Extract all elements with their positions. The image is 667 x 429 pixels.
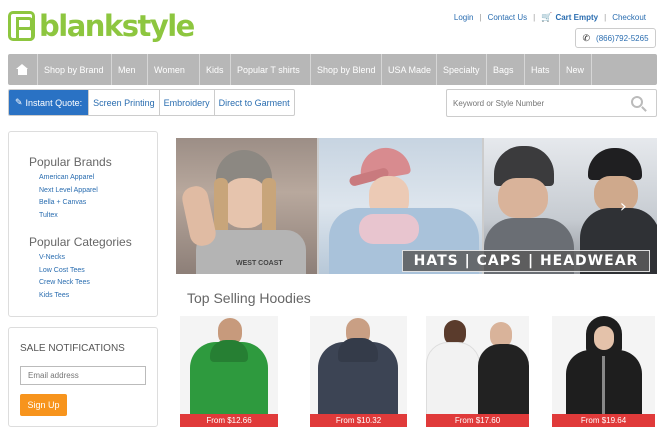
- product-image: [426, 316, 529, 427]
- category-link-kids-tees[interactable]: Kids Tees: [39, 292, 69, 299]
- category-link-crew-neck-tees[interactable]: Crew Neck Tees: [39, 279, 90, 286]
- sale-notifications-box: SALE NOTIFICATIONS Sign Up: [8, 327, 158, 427]
- separator: |: [533, 13, 536, 22]
- nav-specialty[interactable]: Specialty: [437, 54, 487, 85]
- price-tag: From $19.64: [552, 414, 655, 427]
- screen-printing-link[interactable]: Screen Printing: [88, 90, 159, 115]
- brand-link-tultex[interactable]: Tultex: [39, 212, 58, 219]
- nav-popular-t-shirts[interactable]: Popular T shirts: [231, 54, 311, 85]
- product-card[interactable]: From $12.66: [180, 316, 278, 427]
- cart-link[interactable]: 🛒 Cart Empty: [541, 12, 598, 23]
- sweatshirt-print: WEST COAST: [236, 260, 283, 267]
- product-card[interactable]: From $10.32: [310, 316, 407, 427]
- contact-us-link[interactable]: Contact Us: [488, 13, 528, 22]
- nav-shop-by-blend[interactable]: Shop by Blend: [311, 54, 382, 85]
- top-links: Login | Contact Us | 🛒 Cart Empty | Chec…: [454, 12, 646, 23]
- brand-link-bella-canvas[interactable]: Bella + Canvas: [39, 199, 86, 206]
- product-image: [552, 316, 655, 427]
- pencil-icon: ✎: [15, 97, 23, 107]
- sale-notifications-title: SALE NOTIFICATIONS: [20, 343, 125, 354]
- email-field[interactable]: [20, 366, 146, 385]
- product-image: [310, 316, 407, 427]
- sign-up-button[interactable]: Sign Up: [20, 394, 67, 416]
- instant-quote-button[interactable]: ✎ Instant Quote:: [9, 90, 89, 115]
- logo-text: blankstyle: [39, 9, 195, 43]
- embroidery-link[interactable]: Embroidery: [158, 90, 214, 115]
- nav-hats[interactable]: Hats: [525, 54, 560, 85]
- separator: |: [604, 13, 607, 22]
- nav-new[interactable]: New: [560, 54, 592, 85]
- search-input[interactable]: [447, 90, 622, 116]
- cart-label: Cart Empty: [555, 13, 599, 22]
- product-image: [180, 316, 278, 427]
- cart-icon: 🛒: [541, 12, 553, 22]
- instant-quote-label: Instant Quote:: [25, 97, 83, 108]
- popular-categories-heading: Popular Categories: [29, 235, 132, 249]
- search-box: [446, 89, 657, 117]
- home-icon: [16, 64, 29, 75]
- nav-women[interactable]: Women: [148, 54, 200, 85]
- logo-b-icon: [8, 11, 35, 41]
- price-tag: From $17.60: [426, 414, 529, 427]
- nav-bags[interactable]: Bags: [487, 54, 525, 85]
- login-link[interactable]: Login: [454, 13, 474, 22]
- product-card[interactable]: From $17.60: [426, 316, 529, 427]
- instant-quote-bar: ✎ Instant Quote: Screen Printing Embroid…: [8, 89, 295, 116]
- nav-usa-made[interactable]: USA Made: [382, 54, 437, 85]
- phone-number: (866)792-5265: [596, 33, 649, 43]
- price-tag: From $12.66: [180, 414, 278, 427]
- direct-to-garment-link[interactable]: Direct to Garment: [213, 90, 294, 115]
- nav-shop-by-brand[interactable]: Shop by Brand: [38, 54, 112, 85]
- separator: |: [479, 13, 482, 22]
- hero-banner[interactable]: WEST COAST › HATS | CAPS | HEADWEAR: [176, 138, 657, 274]
- top-selling-hoodies-title: Top Selling Hoodies: [187, 290, 311, 306]
- price-tag: From $10.32: [310, 414, 407, 427]
- site-logo[interactable]: blankstyle: [8, 9, 195, 43]
- popular-brands-heading: Popular Brands: [29, 155, 112, 169]
- banner-photo-beanie: WEST COAST: [176, 138, 317, 274]
- banner-caption: HATS | CAPS | HEADWEAR: [402, 250, 650, 272]
- banner-next-arrow[interactable]: ›: [620, 196, 627, 217]
- phone-button[interactable]: ✆ (866)792-5265: [575, 28, 656, 48]
- nav-kids[interactable]: Kids: [200, 54, 231, 85]
- search-icon[interactable]: [631, 96, 643, 108]
- product-card[interactable]: From $19.64: [552, 316, 655, 427]
- nav-home[interactable]: [8, 54, 38, 85]
- sidebar-categories: Popular Brands American Apparel Next Lev…: [8, 131, 158, 317]
- category-link-v-necks[interactable]: V-Necks: [39, 254, 65, 261]
- brand-link-american-apparel[interactable]: American Apparel: [39, 174, 94, 181]
- nav-men[interactable]: Men: [112, 54, 148, 85]
- category-link-low-cost-tees[interactable]: Low Cost Tees: [39, 267, 85, 274]
- phone-icon: ✆: [582, 32, 591, 43]
- brand-link-next-level[interactable]: Next Level Apparel: [39, 187, 98, 194]
- checkout-link[interactable]: Checkout: [612, 13, 646, 22]
- main-nav: Shop by Brand Men Women Kids Popular T s…: [8, 54, 657, 85]
